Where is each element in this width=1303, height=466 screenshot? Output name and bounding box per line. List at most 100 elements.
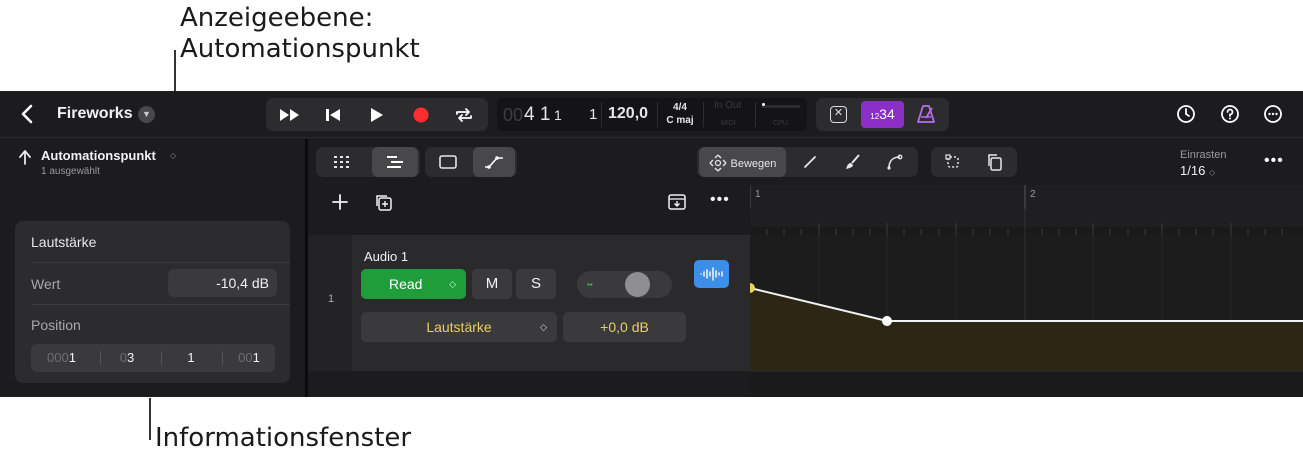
automation-point-selected[interactable] xyxy=(882,316,892,326)
track-number: 1 xyxy=(328,293,335,305)
brush-tool-button[interactable] xyxy=(833,147,873,177)
position-division[interactable]: 1 xyxy=(162,344,220,372)
metronome-button[interactable] xyxy=(916,104,936,124)
view-toggle xyxy=(316,147,420,177)
move-tool-label: Bewegen xyxy=(730,158,777,170)
chevron-updown-icon[interactable]: ◇ xyxy=(170,151,176,160)
move-icon xyxy=(709,154,727,172)
lcd-position-dim: 00 xyxy=(503,105,524,125)
tracks-more-button[interactable]: ••• xyxy=(1264,152,1284,170)
lcd-position-division: 1 xyxy=(554,107,562,123)
brush-icon xyxy=(846,154,860,169)
automation-parameter-value[interactable]: +0,0 dB xyxy=(563,312,686,342)
volume-point-panel: Lautstärke Wert -10,4 dB Position 0001 0… xyxy=(15,221,290,383)
lcd-signature-key[interactable]: 4/4 C maj xyxy=(665,101,695,127)
grid-view-button[interactable] xyxy=(318,147,366,177)
editor-toggle xyxy=(425,147,517,177)
position-tick[interactable]: 001 xyxy=(223,344,275,372)
audio-waveform-button[interactable] xyxy=(694,260,729,288)
cpu-meter xyxy=(762,105,800,108)
lcd-key: C maj xyxy=(666,115,694,126)
curve-icon xyxy=(887,154,903,170)
copy-icon xyxy=(988,154,1002,171)
header-more-button[interactable]: ••• xyxy=(710,191,730,209)
autopunch-button[interactable]: ✕ xyxy=(830,106,847,123)
track-headers: ••• 1 Audio 1 Read ◇ M S ▪▪ Lautstärke ◇… xyxy=(308,185,750,397)
lcd-display[interactable]: 00 4 1 1 1 120,0 4/4 C maj In Out MIDI C… xyxy=(497,98,807,131)
position-beat-value: 3 xyxy=(127,350,135,365)
count-in-main: 34 xyxy=(879,106,895,122)
more-options-button[interactable] xyxy=(1262,103,1286,127)
chevron-updown-icon: ◇ xyxy=(449,279,456,289)
ruler-bar-1: 1 xyxy=(755,189,761,200)
move-tool-button[interactable]: Bewegen xyxy=(699,147,786,177)
volume-slider-knob[interactable] xyxy=(625,272,650,297)
rectangle-icon xyxy=(439,155,457,169)
inspector-header[interactable]: Automationspunkt ◇ 1 ausgewählt xyxy=(0,139,305,186)
edit-tools: Bewegen xyxy=(697,147,918,177)
position-tick-value: 1 xyxy=(252,350,260,365)
value-field[interactable]: -10,4 dB xyxy=(168,269,277,297)
position-label: Position xyxy=(31,317,81,333)
play-button[interactable] xyxy=(357,98,397,131)
mode-buttons: ✕ 1234 xyxy=(816,98,949,131)
cycle-button[interactable] xyxy=(444,98,484,131)
position-tick-dim: 00 xyxy=(238,350,253,365)
chevron-updown-icon: ◇ xyxy=(540,322,547,332)
automation-mode-button[interactable]: Read ◇ xyxy=(361,269,466,299)
chevron-updown-icon: ◇ xyxy=(1208,168,1216,177)
snap-label: Einrasten xyxy=(1180,149,1227,161)
position-bar-dim: 000 xyxy=(47,350,69,365)
volume-slider[interactable]: ▪▪ xyxy=(577,271,672,298)
up-arrow-icon[interactable] xyxy=(17,148,33,171)
solo-button[interactable]: S xyxy=(516,269,556,299)
mute-button[interactable]: M xyxy=(472,269,512,299)
duplicate-track-button[interactable] xyxy=(374,193,394,219)
lcd-beat: 1 xyxy=(589,106,598,123)
undo-history-button[interactable] xyxy=(1175,103,1199,127)
pencil-icon xyxy=(804,156,816,168)
automation-parameter: Lautstärke xyxy=(426,319,492,335)
timeline-canvas xyxy=(750,185,1303,372)
cpu-meter-level xyxy=(762,103,765,106)
count-in-prefix: 12 xyxy=(870,112,880,121)
track-name[interactable]: Audio 1 xyxy=(364,249,408,264)
track-header[interactable]: Audio 1 Read ◇ M S ▪▪ Lautstärke ◇ +0,0 … xyxy=(352,235,750,371)
automation-view-button[interactable] xyxy=(473,147,515,177)
grid-icon xyxy=(334,156,349,168)
project-name[interactable]: Fireworks xyxy=(57,105,133,123)
lcd-separator xyxy=(657,102,658,127)
position-bar[interactable]: 0001 xyxy=(31,344,92,372)
add-track-button[interactable] xyxy=(331,193,349,217)
fast-forward-button[interactable] xyxy=(270,98,310,131)
skip-back-icon xyxy=(326,109,340,121)
divider xyxy=(31,262,290,263)
snap-value-button[interactable]: 1/16 ◇ xyxy=(1180,163,1215,178)
region-view-button[interactable] xyxy=(427,147,469,177)
record-button[interactable] xyxy=(401,98,441,131)
automation-mode-label: Read xyxy=(389,276,423,292)
count-in-button[interactable]: 1234 xyxy=(861,101,904,128)
automation-parameter-select[interactable]: Lautstärke ◇ xyxy=(361,312,557,342)
lcd-in-out: In Out xyxy=(714,100,742,111)
chevron-left-icon xyxy=(21,104,33,124)
select-region-button[interactable] xyxy=(933,147,973,177)
position-beat[interactable]: 03 xyxy=(101,344,153,372)
track-row[interactable]: 1 Audio 1 Read ◇ M S ▪▪ Lautstärke ◇ +0,… xyxy=(308,235,750,371)
tracks-view-button[interactable] xyxy=(372,147,418,177)
lcd-tempo[interactable]: 120,0 xyxy=(608,105,648,123)
position-field[interactable]: 0001 03 1 001 xyxy=(31,344,275,372)
lcd-midi-label: MIDI xyxy=(721,120,736,127)
transport-controls xyxy=(266,98,488,131)
tracks-area[interactable]: 1 2 xyxy=(750,185,1303,397)
back-button[interactable] xyxy=(18,102,38,126)
copy-button[interactable] xyxy=(975,147,1015,177)
download-button[interactable] xyxy=(667,193,687,217)
go-to-start-button[interactable] xyxy=(313,98,353,131)
inspector-title[interactable]: Automationspunkt xyxy=(41,148,156,163)
metronome-icon xyxy=(917,105,935,123)
help-button[interactable] xyxy=(1219,103,1243,127)
pencil-tool-button[interactable] xyxy=(790,147,830,177)
chevron-down-icon[interactable]: ▼ xyxy=(138,106,155,123)
curve-tool-button[interactable] xyxy=(875,147,915,177)
